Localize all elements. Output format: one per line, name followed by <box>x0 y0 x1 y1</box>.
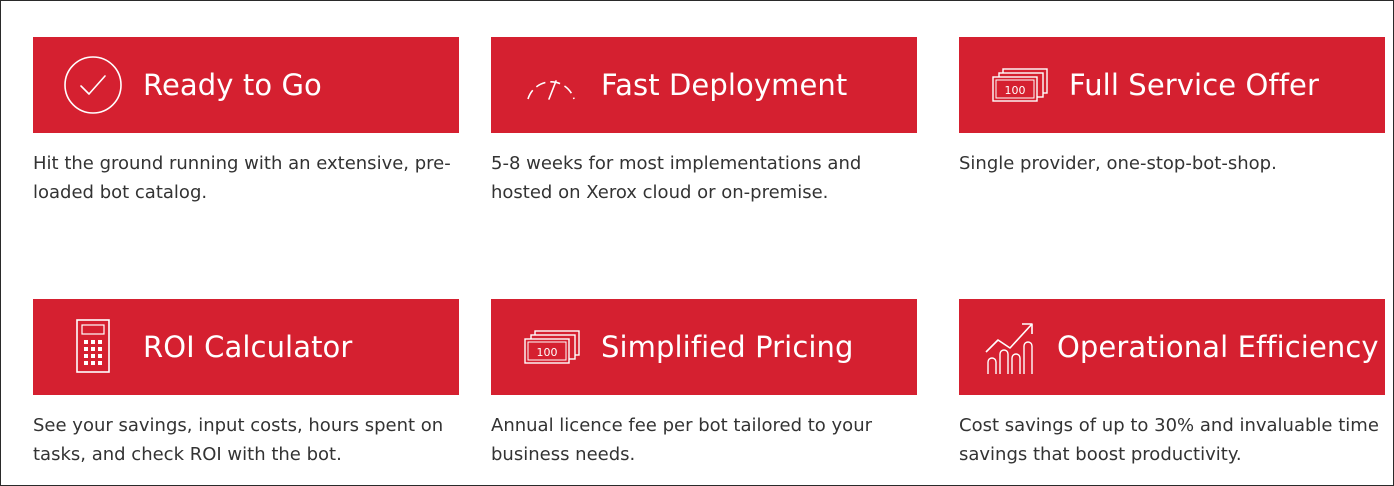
feature-banner: Ready to Go <box>33 37 459 133</box>
feature-banner: Operational Efficiency <box>959 299 1385 395</box>
growth-chart-icon <box>979 315 1043 379</box>
banknote-stack-icon: 100 <box>987 53 1051 117</box>
feature-title: ROI Calculator <box>143 330 353 364</box>
feature-description: See your savings, input costs, hours spe… <box>33 415 444 465</box>
feature-title: Operational Efficiency <box>1057 330 1379 364</box>
feature-card-ready-to-go: Ready to Go Hit the ground running with … <box>33 37 459 207</box>
feature-card-roi-calculator: ROI Calculator See your savings, input c… <box>33 299 459 469</box>
banknote-value: 100 <box>1005 84 1026 97</box>
feature-title: Simplified Pricing <box>601 330 854 364</box>
feature-card-operational-efficiency: Operational Efficiency Cost savings of u… <box>959 299 1385 469</box>
check-circle-icon <box>61 53 125 117</box>
feature-card-simplified-pricing: 100 Simplified Pricing Annual licence fe… <box>491 299 917 469</box>
banknote-value: 100 <box>537 346 558 359</box>
feature-description: 5-8 weeks for most implementations and h… <box>491 153 862 203</box>
banknote-stack-icon: 100 <box>519 315 583 379</box>
feature-card-full-service-offer: 100 Full Service Offer Single provider, … <box>959 37 1385 178</box>
feature-title: Fast Deployment <box>601 68 848 102</box>
feature-title: Full Service Offer <box>1069 68 1320 102</box>
feature-description: Annual licence fee per bot tailored to y… <box>491 415 873 465</box>
feature-description: Cost savings of up to 30% and invaluable… <box>959 415 1379 465</box>
feature-description: Single provider, one-stop-bot-shop. <box>959 153 1277 174</box>
feature-description: Hit the ground running with an extensive… <box>33 153 451 203</box>
feature-banner: 100 Simplified Pricing <box>491 299 917 395</box>
feature-title: Ready to Go <box>143 68 322 102</box>
feature-banner: ROI Calculator <box>33 299 459 395</box>
feature-banner: Fast Deployment <box>491 37 917 133</box>
calculator-icon <box>61 315 125 379</box>
feature-card-fast-deployment: Fast Deployment 5-8 weeks for most imple… <box>491 37 917 207</box>
feature-grid: Ready to Go Hit the ground running with … <box>0 0 1394 486</box>
feature-banner: 100 Full Service Offer <box>959 37 1385 133</box>
speedometer-icon <box>519 53 583 117</box>
